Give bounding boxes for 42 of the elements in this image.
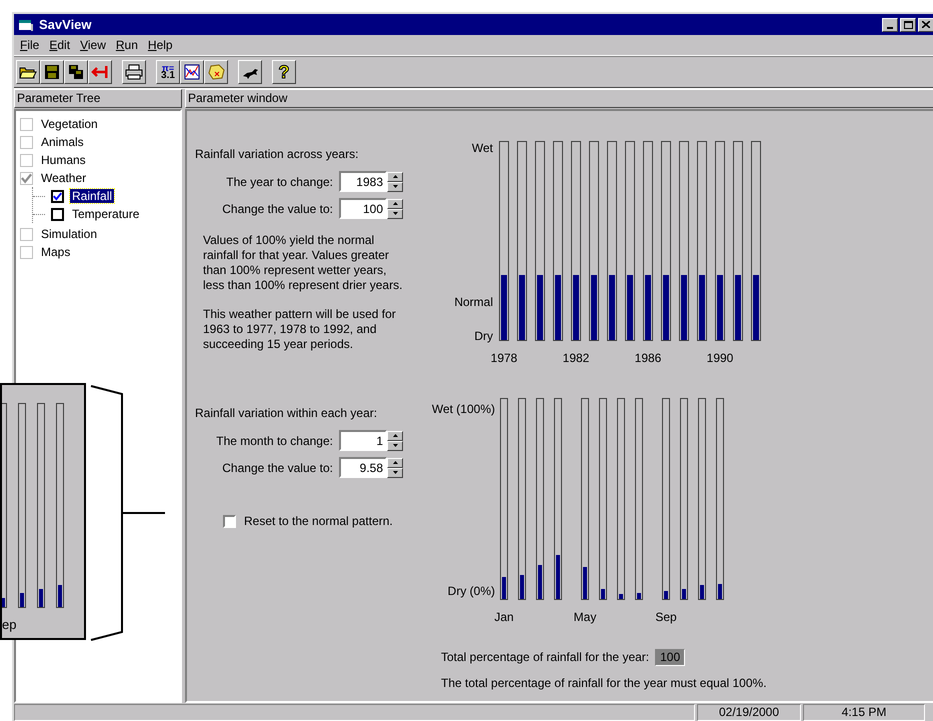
field-label: The month to change:	[216, 432, 333, 450]
menu-item[interactable]: File	[16, 36, 44, 54]
axis-label: Wet (100%)	[432, 401, 495, 418]
number-field[interactable]: 100	[339, 198, 387, 219]
axis-label: May	[574, 609, 596, 626]
number-field[interactable]: 1	[339, 430, 387, 451]
axis-label: 1978	[490, 350, 518, 367]
axis-label: Jan	[494, 609, 514, 626]
status-pane: 02/19/2000	[697, 704, 801, 721]
axis-label: 1982	[562, 350, 590, 367]
note-text: Values of 100% yield the normal rainfall for that year. Values greater than 100% represent wetter years, less than 100% represent drier years.	[203, 233, 404, 293]
axis-label: Sep	[655, 609, 677, 626]
axis-label: Dry (0%)	[448, 583, 495, 600]
total-label: Total percentage of rainfall for the year:	[441, 649, 650, 666]
rule-text: The total percentage of rainfall for the year must equal 100%.	[441, 675, 768, 692]
constants-icon: π= 3.1	[161, 64, 175, 80]
axis-label: ep	[2, 618, 18, 632]
section-heading: Rainfall variation within each year:	[195, 405, 378, 422]
menu-item[interactable]: Help	[144, 36, 177, 54]
field-label: Change the value to:	[222, 200, 333, 218]
toolbar-button[interactable]: π= 3.1	[156, 60, 180, 84]
field-label: The year to change:	[226, 174, 333, 190]
axis-label: 1986	[634, 350, 662, 367]
menu-item[interactable]: View	[76, 36, 110, 54]
panel-header: Parameter Tree	[14, 89, 182, 108]
menu-item[interactable]: Edit	[45, 36, 74, 54]
axis-label: 1990	[706, 350, 734, 367]
menu-item[interactable]: Run	[112, 36, 142, 54]
section-heading: Rainfall variation across years:	[195, 146, 360, 163]
question-mark-icon: ?	[278, 63, 290, 81]
panel-header: Parameter window	[185, 89, 933, 108]
window-title: SavView	[39, 16, 92, 34]
number-field[interactable]: 9.58	[339, 457, 387, 478]
checkbox-label: Reset to the normal pattern.	[244, 513, 393, 530]
axis-label: Wet	[472, 140, 493, 157]
axis-label: Normal	[454, 294, 493, 311]
note-text: This weather pattern will be used for 1963 to 1977, 1978 to 1992, and succeeding 15 year periods.	[203, 307, 397, 352]
total-field: 100	[655, 648, 686, 666]
status-pane: 4:15 PM	[803, 704, 925, 721]
field-label: Change the value to:	[222, 460, 333, 476]
number-field[interactable]: 1983	[339, 171, 387, 192]
axis-label: Dry	[474, 328, 493, 345]
